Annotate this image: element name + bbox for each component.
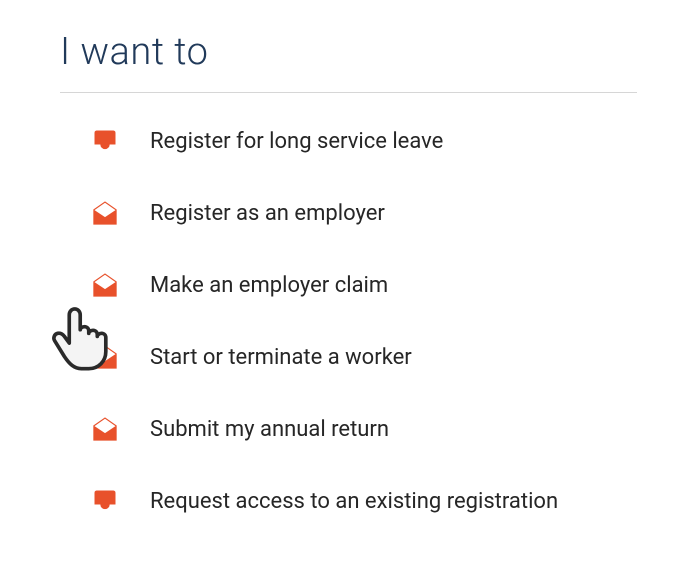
section-heading: I want to	[60, 30, 637, 74]
action-register-long-service-leave[interactable]: Register for long service leave	[60, 127, 637, 155]
action-make-employer-claim[interactable]: Make an employer claim	[60, 271, 637, 299]
inbox-icon	[60, 487, 150, 515]
action-start-terminate-worker[interactable]: Start or terminate a worker	[60, 343, 637, 371]
mail-open-icon	[60, 415, 150, 443]
divider	[60, 92, 637, 93]
mail-open-icon	[60, 271, 150, 299]
action-list: Register for long service leave Register…	[60, 127, 637, 515]
action-label: Request access to an existing registrati…	[150, 489, 558, 514]
action-request-access-registration[interactable]: Request access to an existing registrati…	[60, 487, 637, 515]
inbox-icon	[60, 127, 150, 155]
mail-open-icon	[60, 343, 150, 371]
action-label: Make an employer claim	[150, 273, 388, 298]
action-label: Register as an employer	[150, 201, 385, 226]
mail-open-icon	[60, 199, 150, 227]
action-register-employer[interactable]: Register as an employer	[60, 199, 637, 227]
action-submit-annual-return[interactable]: Submit my annual return	[60, 415, 637, 443]
action-label: Register for long service leave	[150, 129, 443, 154]
action-label: Start or terminate a worker	[150, 345, 412, 370]
action-label: Submit my annual return	[150, 417, 389, 442]
